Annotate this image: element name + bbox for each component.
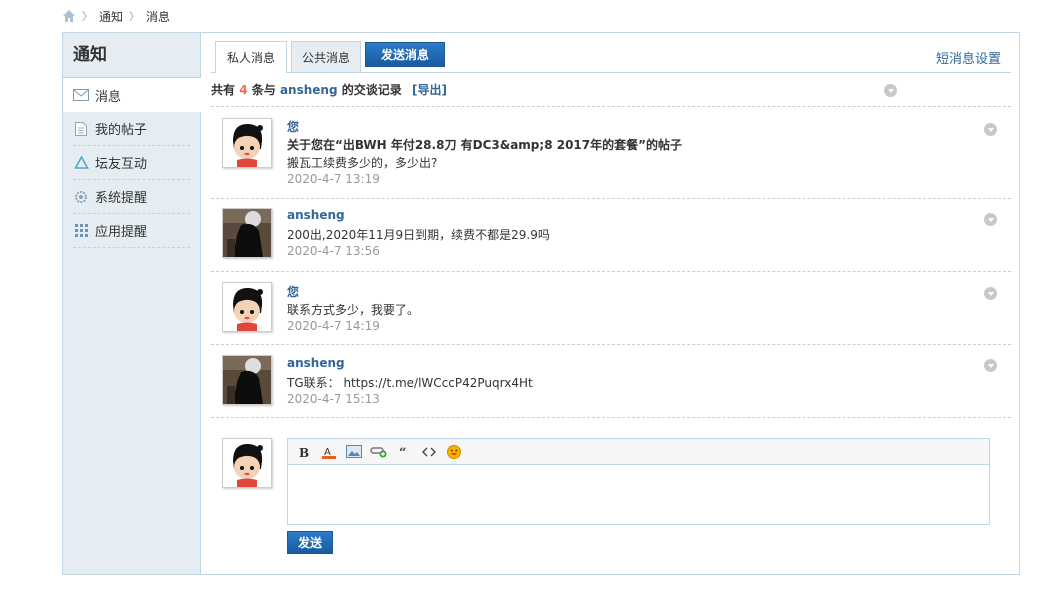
recycle-icon — [73, 155, 89, 171]
avatar[interactable] — [222, 208, 272, 258]
tab-public-message[interactable]: 公共消息 — [291, 41, 361, 72]
sidebar-list: 消息 我的帖子 坛友互动 系统提醒 应用提醒 — [63, 78, 201, 248]
smiley-icon[interactable] — [444, 443, 464, 461]
avatar[interactable] — [222, 282, 272, 332]
content-frame: 通知 消息 我的帖子 坛友互动 系统提醒 应用提醒 私人消息 公共消息 发送消息… — [62, 32, 1020, 575]
message-settings-link[interactable]: 短消息设置 — [936, 48, 1001, 67]
conversation-summary: 共有 4 条与 ansheng 的交谈记录 [导出] — [211, 81, 1011, 107]
sidebar-item-message[interactable]: 消息 — [63, 78, 201, 112]
list-item: ansheng 200出,2020年11月9日到期，续费不都是29.9吗 202… — [211, 199, 1011, 272]
avatar[interactable] — [222, 355, 272, 405]
sidebar-item-app[interactable]: 应用提醒 — [73, 214, 190, 248]
tab-bar: 私人消息 公共消息 发送消息 短消息设置 — [211, 41, 1011, 73]
message-time: 2020-4-7 14:19 — [287, 319, 380, 333]
message-count: 4 — [239, 83, 248, 97]
breadcrumb-item-message: 消息 — [146, 9, 171, 24]
image-icon[interactable] — [344, 443, 364, 461]
message-author[interactable]: 您 — [287, 283, 299, 300]
conversation-user[interactable]: ansheng — [280, 83, 338, 97]
tab-private-message[interactable]: 私人消息 — [215, 41, 287, 73]
message-time: 2020-4-7 13:19 — [287, 172, 380, 186]
sidebar-item-label: 系统提醒 — [95, 191, 148, 206]
message-editor: B A “ — [287, 438, 990, 525]
summary-prefix: 共有 — [211, 83, 236, 97]
code-icon[interactable] — [419, 443, 439, 461]
message-author[interactable]: 您 — [287, 118, 299, 135]
sidebar-item-label: 消息 — [95, 89, 122, 105]
message-text: TG联系： https://t.me/lWCccP42Puqrx4Ht — [287, 376, 533, 390]
font-color-icon[interactable]: A — [319, 443, 339, 461]
sidebar-item-interaction[interactable]: 坛友互动 — [73, 146, 190, 180]
message-time: 2020-4-7 13:56 — [287, 244, 380, 258]
message-textarea[interactable] — [288, 465, 989, 524]
chevron-right-icon: 〉 — [82, 10, 93, 23]
message-list: 您 关于您在“出BWH 年付28.8刀 有DC3&amp;8 2017年的套餐”… — [211, 113, 1011, 418]
message-text: 200出,2020年11月9日到期，续费不都是29.9吗 — [287, 228, 550, 242]
svg-text:B: B — [299, 446, 309, 458]
svg-text:“: “ — [399, 446, 406, 458]
envelope-icon — [73, 87, 89, 103]
collapse-icon[interactable] — [984, 359, 997, 372]
home-icon[interactable] — [62, 9, 76, 23]
document-icon — [73, 121, 89, 137]
summary-middle: 条与 — [251, 83, 276, 97]
quote-icon[interactable]: “ — [394, 443, 414, 461]
gear-icon — [73, 189, 89, 205]
message-text: 搬瓦工续费多少的，多少出? — [287, 156, 438, 170]
sidebar-title: 通知 — [63, 33, 200, 78]
avatar[interactable] — [222, 438, 272, 488]
sidebar-item-label: 坛友互动 — [95, 157, 148, 172]
sidebar-item-system[interactable]: 系统提醒 — [73, 180, 190, 214]
list-item: 您 联系方式多少，我要了。 2020-4-7 14:19 — [211, 272, 1011, 345]
summary-suffix: 的交谈记录 — [341, 83, 402, 97]
list-item: 您 关于您在“出BWH 年付28.8刀 有DC3&amp;8 2017年的套餐”… — [211, 113, 1011, 199]
message-author[interactable]: ansheng — [287, 208, 345, 222]
collapse-icon[interactable] — [984, 287, 997, 300]
bold-icon[interactable]: B — [294, 443, 314, 461]
collapse-icon[interactable] — [984, 123, 997, 136]
chevron-right-icon: 〉 — [129, 10, 141, 23]
export-link[interactable]: [导出] — [412, 83, 447, 97]
send-message-button[interactable]: 发送消息 — [365, 42, 445, 67]
message-author[interactable]: ansheng — [287, 356, 345, 370]
list-item: ansheng TG联系： https://t.me/lWCccP42Puqrx… — [211, 345, 1011, 418]
message-time: 2020-4-7 15:13 — [287, 392, 380, 406]
sidebar-item-label: 我的帖子 — [95, 123, 148, 138]
reply-send-button[interactable]: 发送 — [287, 531, 333, 554]
main-panel: 私人消息 公共消息 发送消息 短消息设置 共有 4 条与 ansheng 的交谈… — [211, 33, 1011, 574]
message-text: 联系方式多少，我要了。 — [287, 303, 420, 317]
message-text: 关于您在“出BWH 年付28.8刀 有DC3&amp;8 2017年的套餐”的帖… — [287, 138, 683, 152]
editor-toolbar: B A “ — [288, 439, 989, 465]
grid-icon — [73, 223, 89, 239]
breadcrumb-item-notice[interactable]: 通知 — [99, 8, 123, 25]
sidebar-item-label: 应用提醒 — [95, 225, 148, 240]
sidebar: 通知 消息 我的帖子 坛友互动 系统提醒 应用提醒 — [63, 33, 201, 574]
breadcrumb: 〉 通知 〉 消息 — [62, 7, 170, 25]
avatar[interactable] — [222, 118, 272, 168]
sidebar-item-my-posts[interactable]: 我的帖子 — [73, 112, 190, 146]
collapse-icon[interactable] — [884, 84, 897, 97]
link-icon[interactable] — [369, 443, 389, 461]
collapse-icon[interactable] — [984, 213, 997, 226]
